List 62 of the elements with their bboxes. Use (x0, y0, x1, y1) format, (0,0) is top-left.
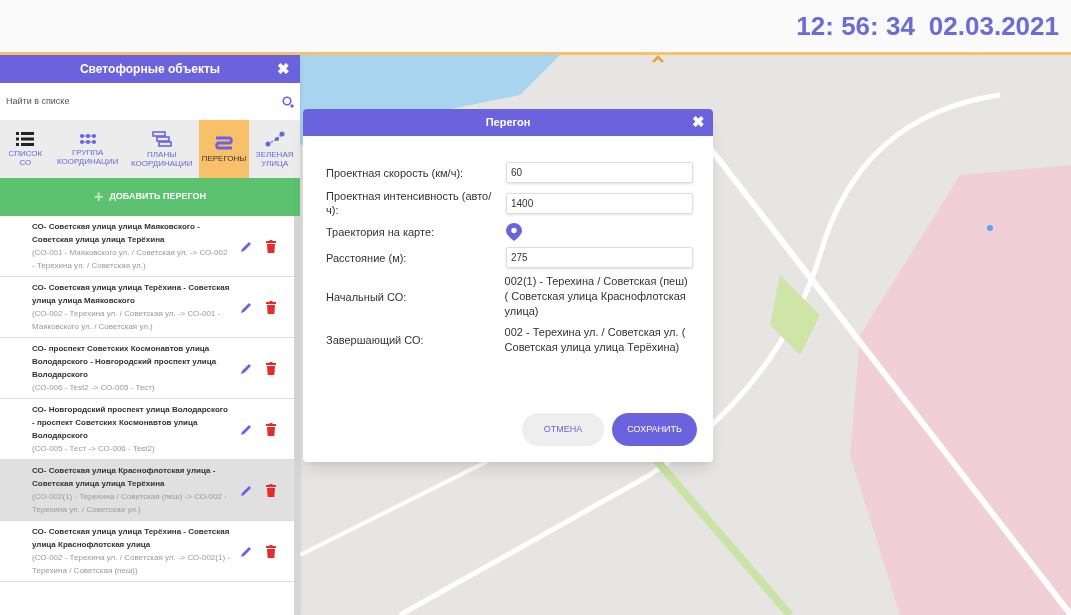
field-label: Начальный СО: (326, 289, 408, 304)
segment-list-item[interactable]: СО- Советская улица улица Терёхина - Советская улица Краснофлотская улица (СО-002 - Терехина ул. / Советская ул. -> СО-002(1) - Терехина / Советская (пеш)) (0, 521, 294, 582)
segment-detail: (СО-002(1) - Терехина / Советская (пеш) -> СО-002 - Терехина ул. / Советская ул.) (32, 491, 228, 516)
map-pin-icon[interactable] (506, 223, 522, 241)
dialog-title: Перегон (485, 115, 531, 131)
trash-icon[interactable] (266, 422, 276, 436)
trash-icon[interactable] (266, 483, 276, 497)
pencil-icon[interactable] (240, 544, 253, 558)
trash-icon[interactable] (266, 239, 276, 253)
segment-list-item[interactable]: СО- Советская улица улица Маяковского - Советская улица улица Терёхина (СО-001 - Маяковского ул. / Советская ул. -> СО-002 - Терехина ул. / Советская ул.) (0, 216, 294, 277)
segment-title: СО- проспект Советских Космонавтов улица Володарского - Новгородский проспект улица Володарского (32, 343, 218, 381)
field-label: Завершающий СО: (326, 333, 425, 347)
field-label: Проектная интенсивность (авто/ч): (326, 189, 493, 217)
tab[interactable]: ЗЕЛЕНАЯ УЛИЦА (249, 120, 300, 178)
save-button[interactable]: СОХРАНИТЬ (612, 413, 697, 446)
tab[interactable]: ПЛАНЫ КООРДИНАЦИИ (124, 120, 199, 178)
close-button[interactable]: ✖ (277, 59, 290, 79)
input-field[interactable]: 1400 (506, 192, 693, 214)
segment-list-item[interactable]: СО- проспект Советских Космонавтов улица Володарского - Новгородский проспект улица Володарского (СО-006 - Test2 -> СО-005 - Тест) (0, 338, 294, 399)
segment-title: СО- Новгородский проспект улица Володарского - проспект Советских Космонавтов улица Володарского (32, 404, 229, 442)
pencil-icon[interactable] (240, 361, 253, 375)
trash-icon[interactable] (266, 544, 276, 558)
input-field[interactable]: 60 (506, 162, 693, 183)
search-icon (282, 95, 294, 108)
panel-title: Светофорные объекты (79, 61, 221, 78)
field-label: Расстояние (м): (326, 250, 408, 265)
field-label: Траектория на карте: (326, 225, 436, 239)
cancel-button[interactable]: ОТМЕНА (521, 413, 605, 446)
pencil-icon[interactable] (240, 483, 253, 497)
tab[interactable]: ГРУППА КООРДИНАЦИИ (50, 120, 125, 178)
trash-icon[interactable] (266, 300, 276, 314)
segment-list-item[interactable]: СО- Новгородский проспект улица Володарского - проспект Советских Космонавтов улица Володарского (СО-005 - Тест -> СО-006 - Test2) (0, 399, 294, 460)
input-field[interactable]: 275 (506, 247, 693, 268)
pencil-icon[interactable] (240, 239, 253, 253)
segment-list-item[interactable]: СО- Советская улица улица Терёхина - Советская улица улица Маяковского (СО-002 - Терехина ул. / Советская ул. -> СО-001 - Маяковского ул. / Советская ул.) (0, 277, 294, 338)
segment-detail: (СО-002 - Терехина ул. / Советская ул. -> СО-001 - Маяковского ул. / Советская ул.) (32, 308, 222, 333)
segment-detail: (СО-001 - Маяковского ул. / Советская ул. -> СО-002 - Терехина ул. / Советская ул.) (32, 247, 229, 272)
segment-detail: (СО-002 - Терехина ул. / Советская ул. -> СО-002(1) - Терехина / Советская (пеш)) (32, 552, 231, 577)
search-field[interactable]: Найти в списке (6, 94, 282, 109)
close-button[interactable]: ✖ (692, 112, 705, 132)
segment-title: СО- Советская улица улица Маяковского - Советская улица улица Терёхина (32, 221, 201, 246)
segment-detail: (СО-005 - Тест -> СО-006 - Test2) (32, 443, 156, 455)
segment-title: СО- Советская улица Краснофлотская улица - Советская улица улица Терёхина (32, 465, 217, 490)
pencil-icon[interactable] (240, 300, 253, 314)
trash-icon[interactable] (266, 361, 276, 375)
plans-icon (151, 130, 172, 147)
list-icon (16, 131, 35, 146)
tab[interactable]: СПИСОК СО (0, 120, 51, 178)
segment-title: СО- Советская улица улица Терёхина - Советская улица Краснофлотская улица (32, 526, 231, 551)
tab[interactable]: ПЕРЕГОНЫ (198, 120, 250, 178)
field-label: Проектная скорость (км/ч): (326, 165, 465, 180)
segments-icon (214, 135, 234, 151)
segment-list-item[interactable]: СО- Советская улица Краснофлотская улица - Советская улица улица Терёхина (СО-002(1) - Терехина / Советская (пеш) -> СО-002 - Терехина ул. / Советская ул.) (0, 460, 294, 521)
field-value: 002(1) - Терехина / Советская (пеш) ( Советская улица Краснофлотская улица) (504, 274, 689, 319)
field-value: 002 - Терехина ул. / Советская ул. ( Советская улица улица Терёхина) (504, 325, 687, 355)
route-icon (264, 130, 285, 147)
segment-title: СО- Советская улица улица Терёхина - Советская улица улица Маяковского (32, 282, 231, 307)
segment-detail: (СО-006 - Test2 -> СО-005 - Тест) (32, 382, 156, 394)
clock-time: 12: 56: 34 (796, 9, 915, 43)
clock-date: 02.03.2021 (928, 9, 1059, 43)
pencil-icon[interactable] (240, 422, 253, 436)
dots-icon (78, 132, 97, 145)
